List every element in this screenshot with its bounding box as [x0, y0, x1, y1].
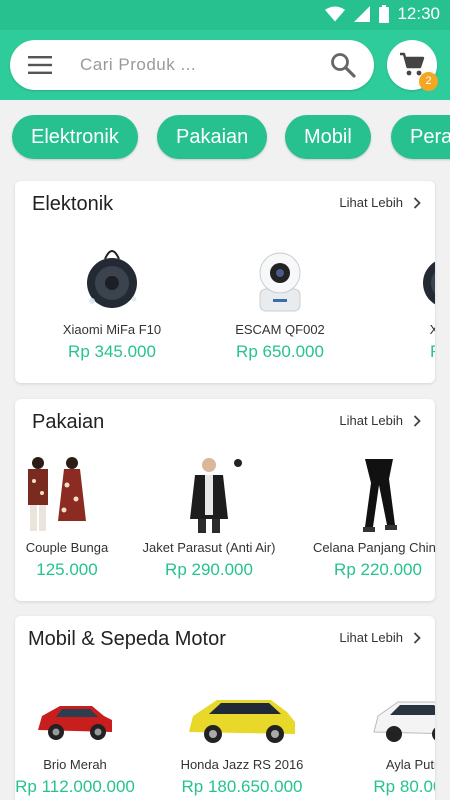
- product-card[interactable]: Couple Bunga 125.000: [15, 455, 142, 580]
- product-card[interactable]: Ayla Putih Rp 80.000.: [340, 672, 435, 797]
- product-card[interactable]: Jaket Parasut (Anti Air) Rp 290.000: [134, 455, 284, 580]
- product-name: Xiaomi MiFa F10: [62, 322, 162, 337]
- status-icons: 12:30: [325, 4, 440, 24]
- product-price: 125.000: [36, 560, 98, 579]
- see-more-link[interactable]: Lihat Lebih: [339, 195, 421, 210]
- product-name: Jaket Parasut (Anti Air): [142, 540, 276, 555]
- chevron-right-icon: [413, 414, 421, 427]
- product-price: Rp 650.000: [236, 342, 324, 361]
- jacket-image: [134, 455, 284, 535]
- product-price: Rp 3: [373, 342, 435, 362]
- status-time: 12:30: [397, 4, 440, 23]
- product-card[interactable]: Celana Panjang Chino Rp 220.000: [303, 455, 435, 580]
- yellow-car-image: [167, 672, 317, 752]
- search-bar: [10, 40, 374, 90]
- product-name: Xiaom: [429, 322, 435, 337]
- search-icon[interactable]: [330, 52, 356, 78]
- section-title: Mobil & Sepeda Motor: [28, 628, 226, 650]
- product-price: Rp 80.000.: [373, 777, 435, 796]
- cart-button[interactable]: 2: [387, 40, 438, 91]
- chip-pera[interactable]: Pera: [391, 115, 450, 159]
- product-price: Rp 112.000.000: [15, 777, 135, 796]
- status-bar: 12:30: [0, 0, 450, 30]
- product-price: Rp 220.000: [334, 560, 422, 579]
- category-chips: Elektronik Pakaian Mobil Pera: [0, 100, 450, 172]
- chevron-right-icon: [413, 631, 421, 644]
- product-price: Rp 290.000: [165, 560, 253, 579]
- batik-couple-image: [15, 455, 142, 535]
- signal-icon: [354, 6, 371, 22]
- product-card[interactable]: Brio Merah Rp 112.000.000: [15, 672, 150, 797]
- search-input[interactable]: [80, 40, 320, 90]
- bluetooth-speaker-image: [373, 237, 435, 317]
- ip-camera-image: [205, 237, 355, 317]
- see-more-label: Lihat Lebih: [339, 195, 403, 210]
- chip-pakaian[interactable]: Pakaian: [157, 115, 268, 159]
- section-elektronik: Elektonik Lihat Lebih Xiaomi MiFa F10 Rp…: [15, 181, 435, 383]
- section-title: Pakaian: [32, 411, 105, 433]
- cart-badge: 2: [419, 72, 438, 91]
- wifi-icon: [325, 6, 346, 22]
- red-car-image: [15, 672, 150, 752]
- section-mobil: Mobil & Sepeda Motor Lihat Lebih Brio Me…: [15, 616, 435, 800]
- see-more-label: Lihat Lebih: [339, 413, 403, 428]
- product-card[interactable]: Honda Jazz RS 2016 Rp 180.650.000: [167, 672, 317, 797]
- product-price: Rp 345.000: [68, 342, 156, 361]
- trousers-image: [303, 455, 435, 535]
- product-card[interactable]: Xiaomi MiFa F10 Rp 345.000: [37, 237, 187, 362]
- see-more-label: Lihat Lebih: [339, 630, 403, 645]
- product-name: Couple Bunga: [25, 540, 109, 555]
- product-name: Ayla Putih: [385, 757, 435, 772]
- see-more-link[interactable]: Lihat Lebih: [339, 630, 421, 645]
- section-pakaian: Pakaian Lihat Lebih Couple Bunga 125.000: [15, 399, 435, 601]
- product-price: Rp 180.650.000: [181, 777, 303, 796]
- product-name: Brio Merah: [43, 757, 107, 772]
- section-title: Elektonik: [32, 193, 114, 215]
- product-card[interactable]: Xiaom Rp 3: [373, 237, 435, 362]
- bluetooth-speaker-image: [37, 237, 187, 317]
- product-name: ESCAM QF002: [235, 322, 325, 337]
- product-name: Celana Panjang Chino: [312, 540, 435, 555]
- chip-elektronik[interactable]: Elektronik: [12, 115, 138, 159]
- product-card[interactable]: ESCAM QF002 Rp 650.000: [205, 237, 355, 362]
- chip-mobil[interactable]: Mobil: [285, 115, 371, 159]
- menu-icon[interactable]: [28, 55, 52, 75]
- app-bar: 2: [0, 30, 450, 100]
- product-name: Honda Jazz RS 2016: [180, 757, 304, 772]
- see-more-link[interactable]: Lihat Lebih: [339, 413, 421, 428]
- chevron-right-icon: [413, 196, 421, 209]
- battery-icon: [379, 5, 390, 23]
- white-car-image: [340, 672, 435, 752]
